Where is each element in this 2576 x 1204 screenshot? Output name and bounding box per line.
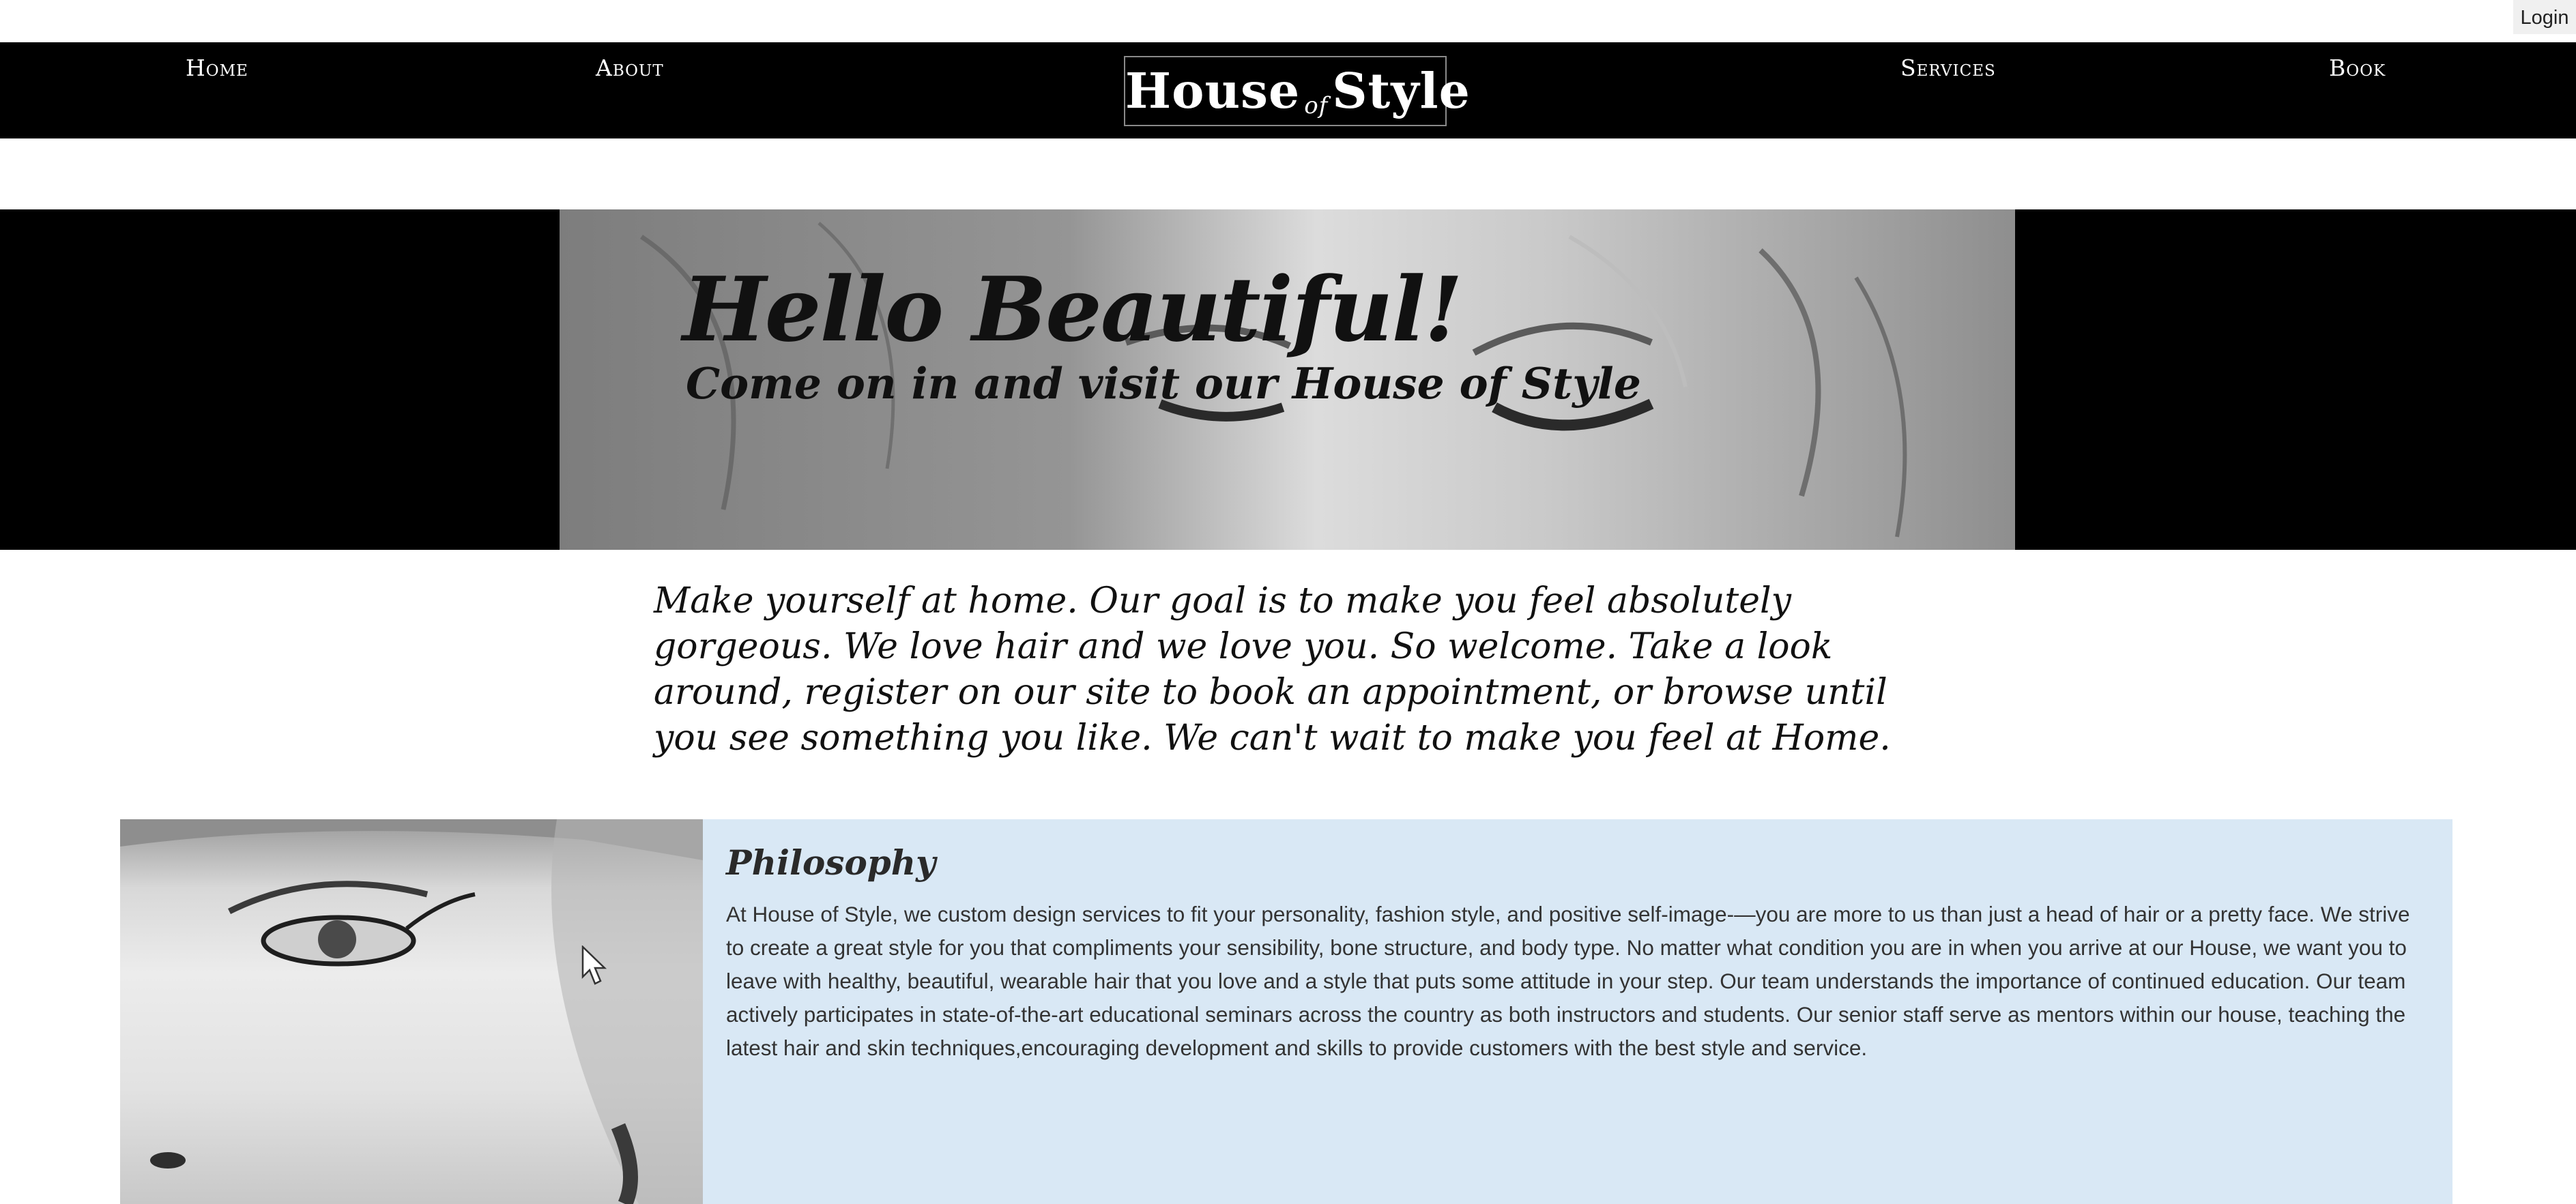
philosophy-body: At House of Style, we custom design serv… — [726, 902, 2410, 1060]
nav-services-link[interactable]: Services — [1900, 55, 1996, 81]
philosophy-panel: Philosophy At House of Style, we custom … — [703, 819, 2452, 1204]
login-button[interactable]: Login — [2513, 0, 2576, 34]
philosophy-face-illustration — [120, 819, 703, 1204]
philosophy-image — [120, 819, 703, 1204]
hero-subtitle: Come on in and visit our House of Style — [686, 358, 1641, 409]
philosophy-heading: Philosophy — [726, 842, 936, 883]
logo-word-house: House — [1125, 62, 1301, 119]
logo-word-style: Style — [1332, 62, 1471, 119]
mouse-cursor-icon — [581, 945, 607, 985]
hero-face-image: Hello Beautiful! Come on in and visit ou… — [560, 209, 2015, 550]
hero-title: Hello Beautiful! — [682, 257, 1463, 362]
nav-about-link[interactable]: About — [596, 55, 664, 81]
welcome-text: Make yourself at home. Our goal is to ma… — [654, 581, 1891, 759]
main-navbar: Home About House ofStyle Services Book — [0, 42, 2576, 138]
site-logo[interactable]: House ofStyle — [1124, 56, 1470, 126]
hero-banner: Hello Beautiful! Come on in and visit ou… — [0, 209, 2576, 550]
logo-word-of: of — [1304, 92, 1329, 119]
nav-home-link[interactable]: Home — [186, 55, 248, 81]
nav-book-link[interactable]: Book — [2329, 55, 2386, 81]
